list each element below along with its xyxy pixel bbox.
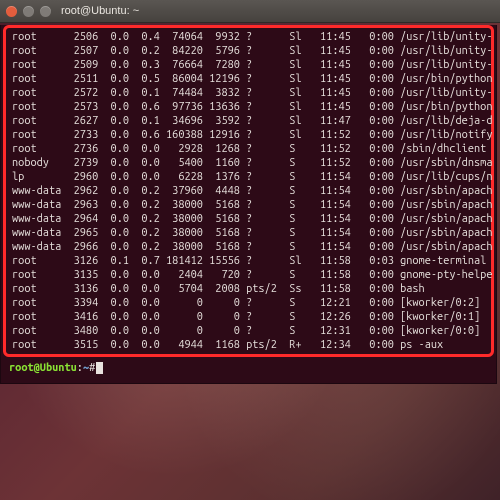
close-icon[interactable] bbox=[6, 6, 17, 17]
window-titlebar[interactable]: root@Ubuntu: ~ bbox=[0, 0, 500, 23]
shell-prompt[interactable]: root@Ubuntu:~# bbox=[1, 357, 496, 383]
process-list-output: root 2506 0.0 0.4 74064 9932 ? Sl 11:45 … bbox=[12, 30, 491, 352]
window-title: root@Ubuntu: ~ bbox=[61, 5, 139, 17]
maximize-icon[interactable] bbox=[40, 6, 51, 17]
window-buttons bbox=[6, 6, 51, 17]
prompt-userhost: root@Ubuntu bbox=[9, 362, 77, 374]
minimize-icon[interactable] bbox=[23, 6, 34, 17]
cursor-icon bbox=[96, 362, 103, 374]
terminal-window[interactable]: root 2506 0.0 0.4 74064 9932 ? Sl 11:45 … bbox=[0, 25, 497, 384]
prompt-sep2: # bbox=[89, 362, 95, 374]
selection-highlight: root 2506 0.0 0.4 74064 9932 ? Sl 11:45 … bbox=[3, 25, 494, 357]
